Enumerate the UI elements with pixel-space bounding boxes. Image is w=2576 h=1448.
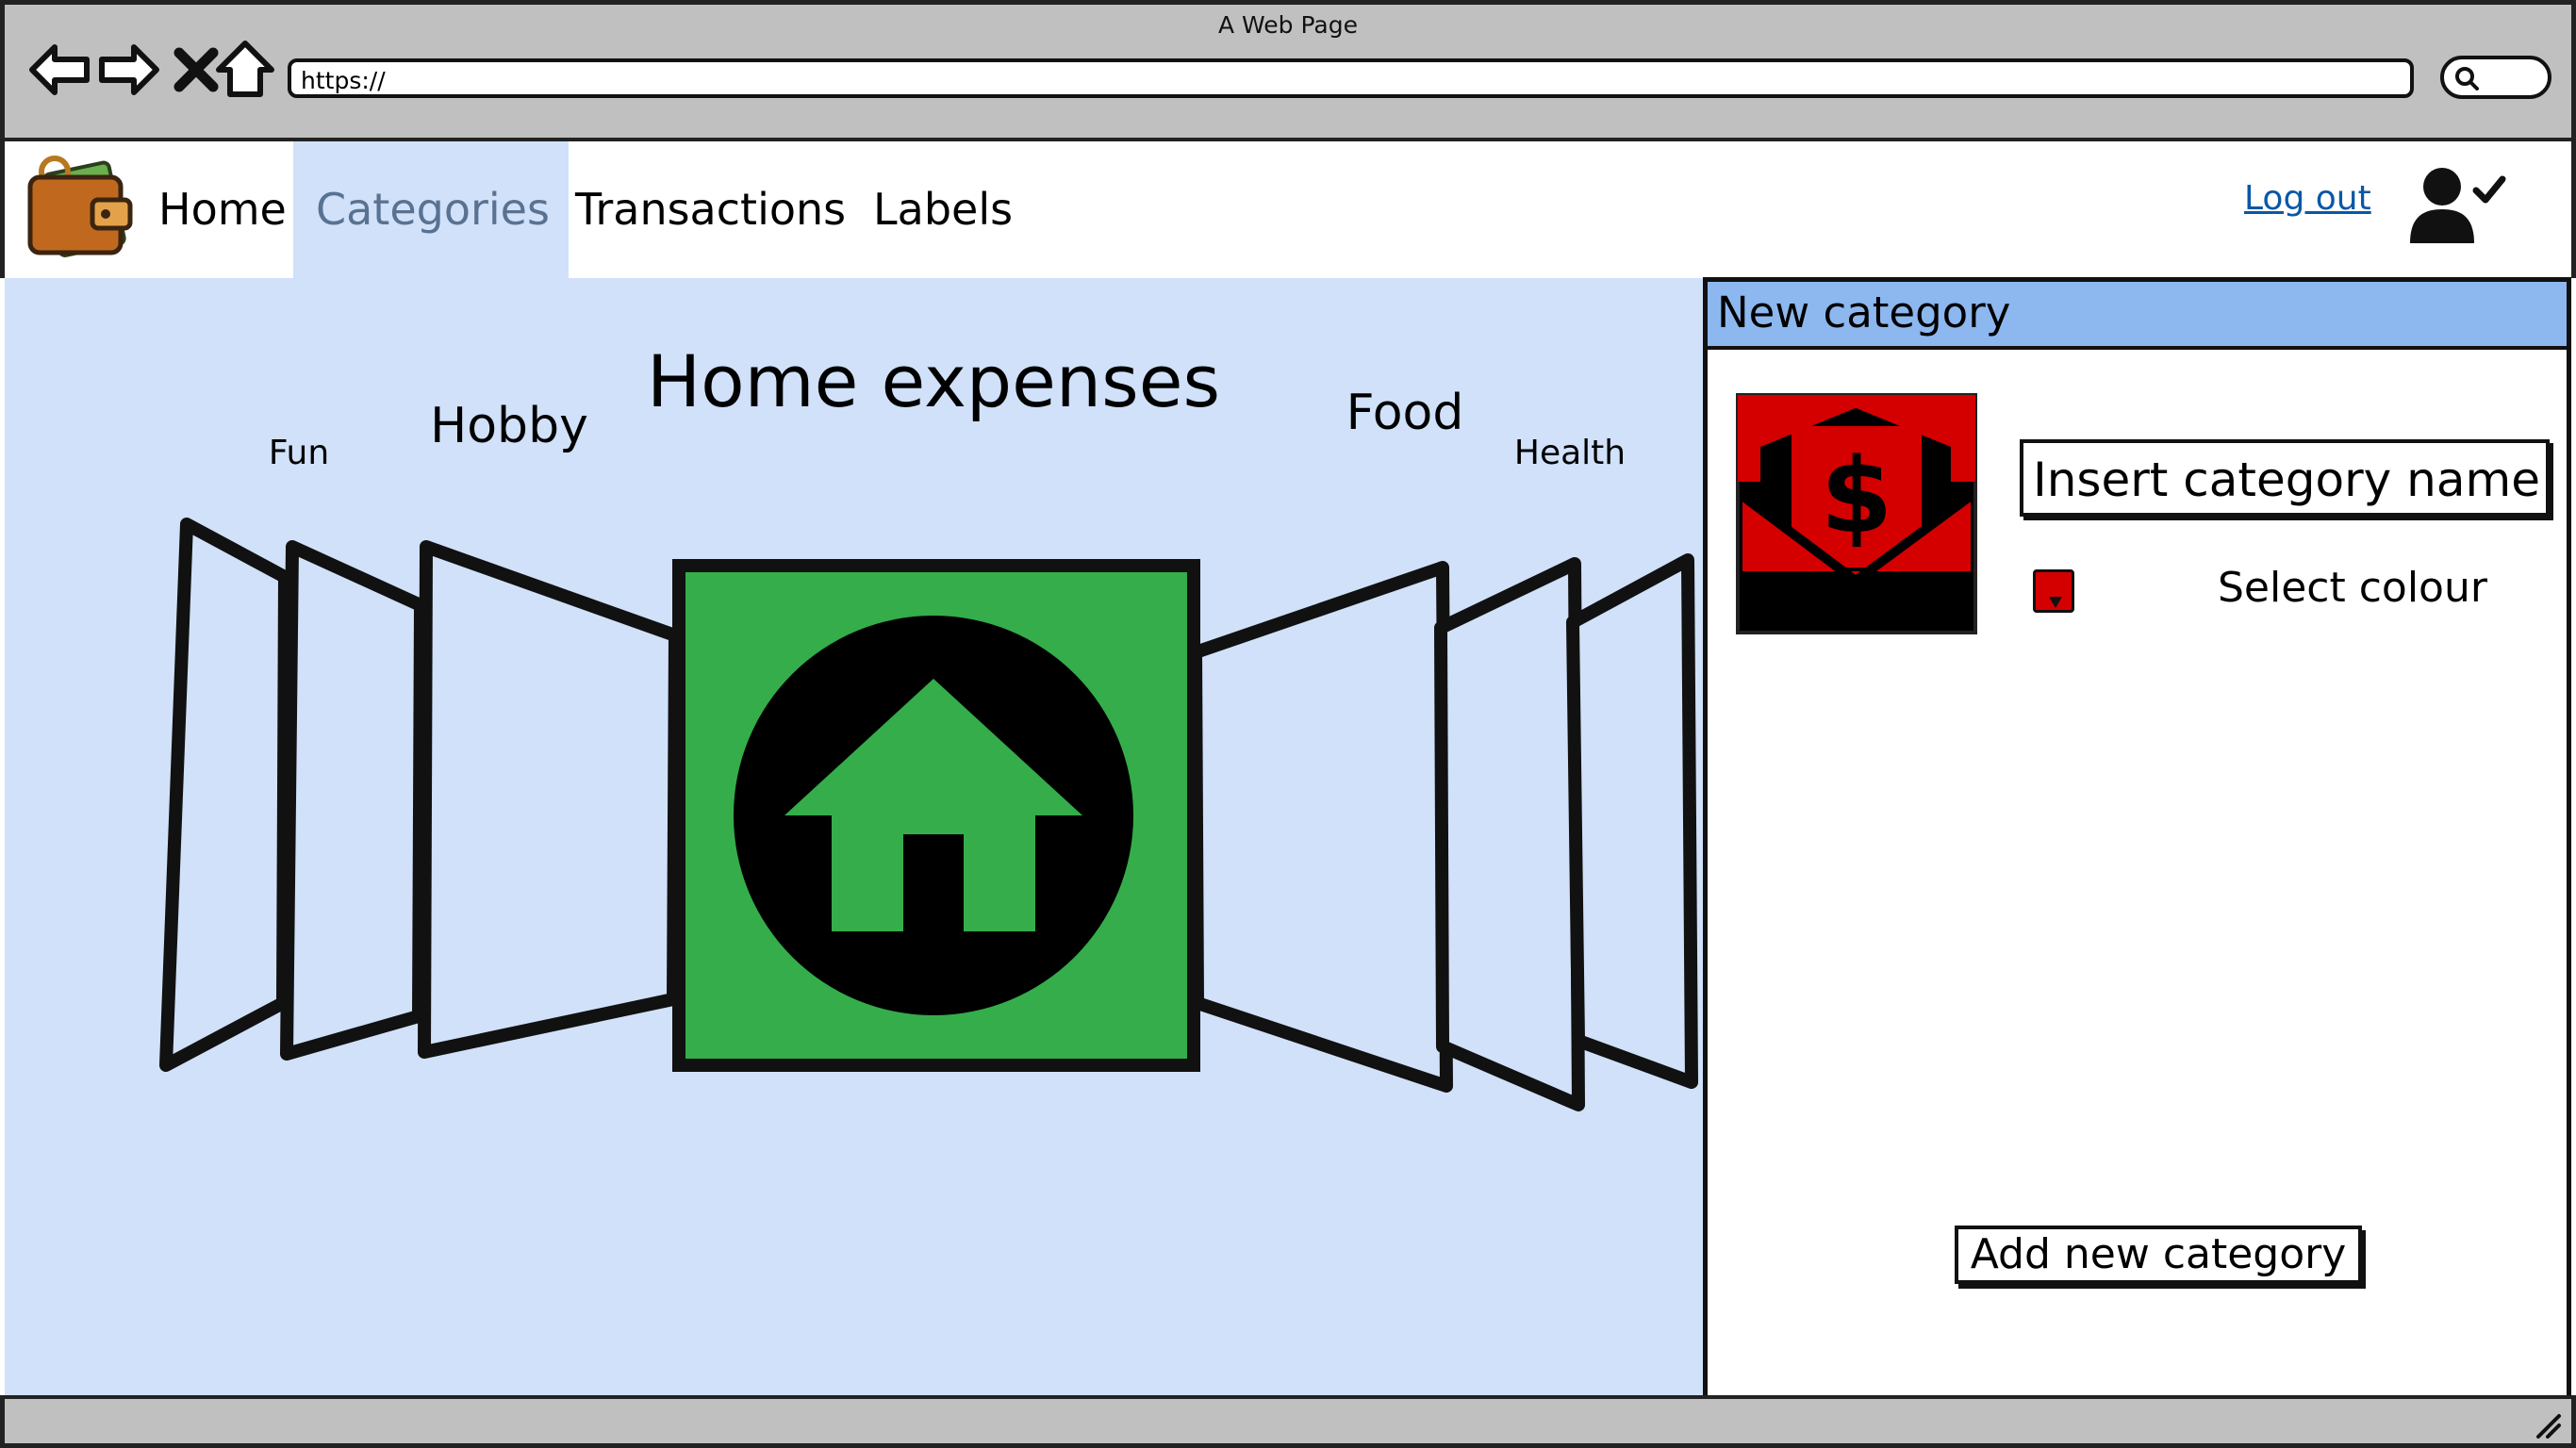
category-carousel bbox=[159, 518, 1698, 1111]
colour-picker-swatch[interactable] bbox=[2033, 569, 2074, 613]
back-arrow-icon[interactable] bbox=[26, 36, 94, 104]
add-category-button[interactable]: Add new category bbox=[1955, 1226, 2362, 1284]
category-card-hobby[interactable] bbox=[280, 540, 427, 1061]
category-label-food: Food bbox=[1346, 385, 1464, 441]
category-card-hobby-2[interactable] bbox=[418, 540, 682, 1059]
logout-link[interactable]: Log out bbox=[2244, 179, 2371, 218]
category-card-fun[interactable] bbox=[159, 518, 291, 1072]
nav-home[interactable]: Home bbox=[136, 141, 309, 278]
browser-search[interactable] bbox=[2440, 56, 2551, 99]
search-icon bbox=[2455, 67, 2479, 90]
category-label-hobby: Hobby bbox=[430, 398, 588, 454]
wallet-logo-icon bbox=[27, 156, 133, 257]
svg-text:$: $ bbox=[1821, 436, 1893, 556]
home-outline-icon[interactable] bbox=[211, 36, 279, 104]
panel-title: New category bbox=[1708, 282, 2567, 350]
select-colour-label: Select colour bbox=[2218, 564, 2487, 612]
nav-categories[interactable]: Categories bbox=[293, 141, 569, 278]
category-label-fun: Fun bbox=[268, 434, 330, 472]
category-label-selected: Home expenses bbox=[646, 339, 1221, 423]
chevron-down-icon bbox=[2049, 597, 2062, 608]
nav-transactions[interactable]: Transactions bbox=[553, 141, 868, 278]
forward-arrow-icon[interactable] bbox=[94, 36, 162, 104]
category-card-health[interactable] bbox=[1434, 557, 1585, 1111]
money-envelope-icon[interactable]: $ bbox=[1735, 392, 1978, 635]
status-bar bbox=[0, 1395, 2576, 1448]
resize-grip-icon[interactable] bbox=[2533, 1410, 2563, 1440]
url-bar[interactable]: https:// bbox=[288, 58, 2414, 98]
category-name-input[interactable]: Insert category name bbox=[2020, 439, 2550, 517]
window-title: A Web Page bbox=[1217, 11, 1359, 39]
nav-labels[interactable]: Labels bbox=[850, 141, 1035, 278]
house-icon bbox=[734, 616, 1133, 1015]
category-label-health: Health bbox=[1513, 434, 1627, 472]
category-card-next[interactable] bbox=[1566, 553, 1698, 1089]
category-card-food[interactable] bbox=[1189, 561, 1453, 1093]
user-check-icon[interactable] bbox=[2403, 162, 2516, 247]
